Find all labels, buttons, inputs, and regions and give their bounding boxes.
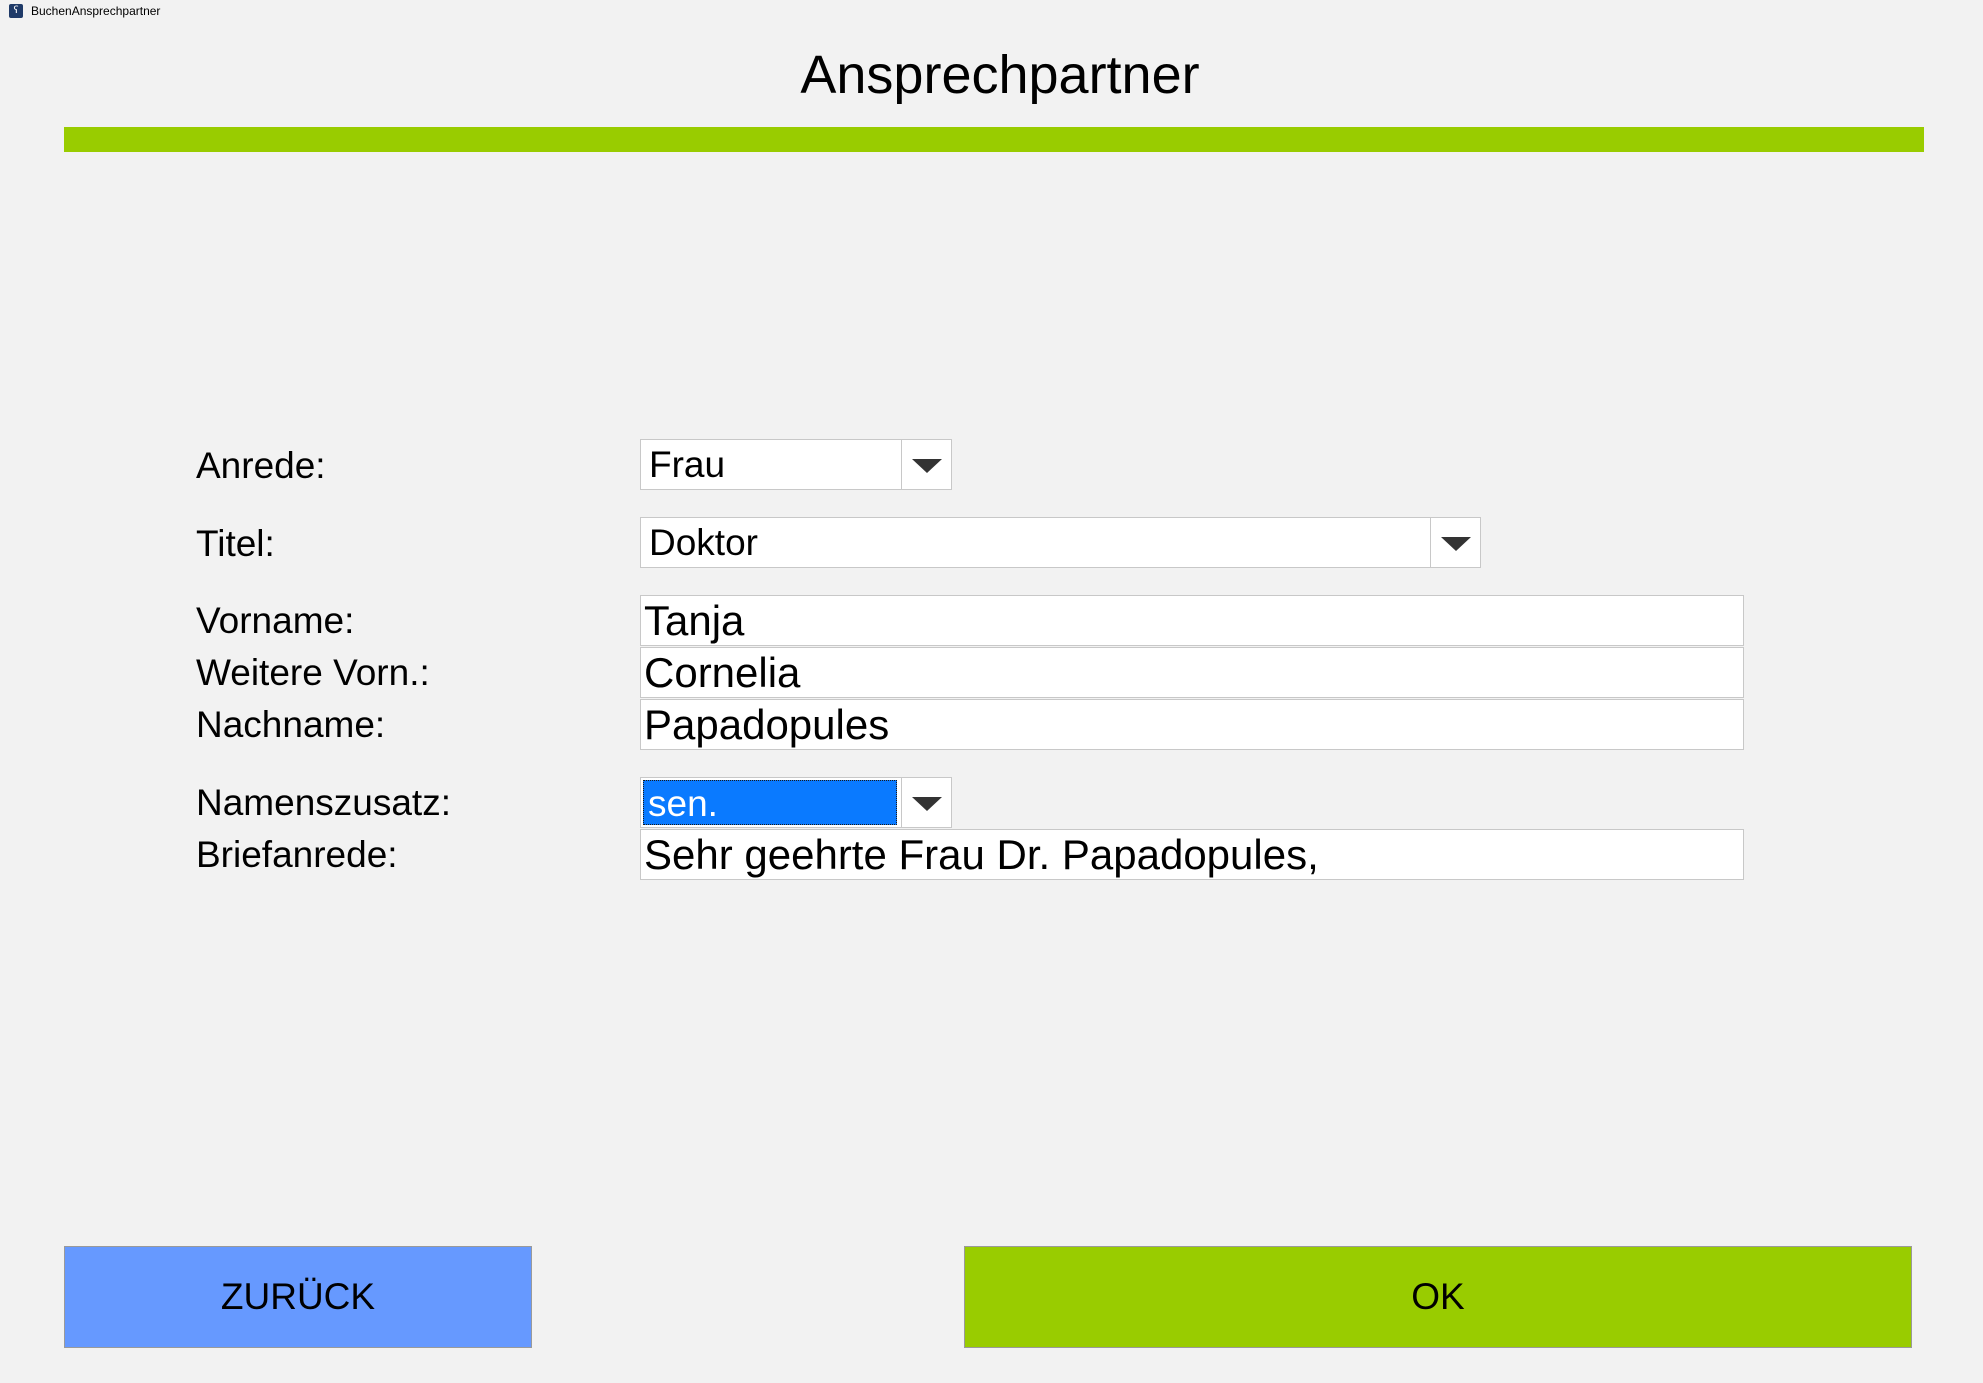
titel-select[interactable]: Doktor bbox=[640, 517, 1481, 568]
nachname-field[interactable]: Papadopules bbox=[640, 699, 1744, 750]
app-icon: ʕ bbox=[9, 4, 23, 18]
titel-label: Titel: bbox=[196, 523, 275, 564]
namenszusatz-select[interactable]: sen. bbox=[640, 777, 952, 828]
vorname-label: Vorname: bbox=[196, 600, 355, 641]
namenszusatz-dropdown-button[interactable] bbox=[901, 778, 951, 827]
weitere-vornamen-label: Weitere Vorn.: bbox=[196, 652, 430, 693]
nachname-label: Nachname: bbox=[196, 704, 386, 745]
anrede-label: Anrede: bbox=[196, 445, 326, 486]
titel-dropdown-button[interactable] bbox=[1430, 518, 1480, 567]
ok-button[interactable]: OK bbox=[964, 1246, 1912, 1348]
chevron-down-icon bbox=[912, 459, 942, 473]
namenszusatz-label: Namenszusatz: bbox=[196, 782, 451, 823]
window-title: BuchenAnsprechpartner bbox=[31, 4, 161, 18]
header-accent-bar bbox=[64, 127, 1924, 152]
chevron-down-icon bbox=[1441, 537, 1471, 551]
namenszusatz-select-value[interactable]: sen. bbox=[643, 780, 897, 825]
weitere-vornamen-field[interactable]: Cornelia bbox=[640, 647, 1744, 698]
anrede-select[interactable]: Frau bbox=[640, 439, 952, 490]
vorname-field[interactable]: Tanja bbox=[640, 595, 1744, 646]
anrede-dropdown-button[interactable] bbox=[901, 440, 951, 489]
window-titlebar: ʕ BuchenAnsprechpartner bbox=[0, 0, 1983, 24]
anrede-select-value: Frau bbox=[649, 444, 726, 485]
back-button[interactable]: ZURÜCK bbox=[64, 1246, 532, 1348]
titel-select-value: Doktor bbox=[649, 522, 758, 563]
chevron-down-icon bbox=[912, 797, 942, 811]
briefanrede-label: Briefanrede: bbox=[196, 834, 398, 875]
briefanrede-field[interactable]: Sehr geehrte Frau Dr. Papadopules, bbox=[640, 829, 1744, 880]
page-title: Ansprechpartner bbox=[800, 45, 1200, 105]
